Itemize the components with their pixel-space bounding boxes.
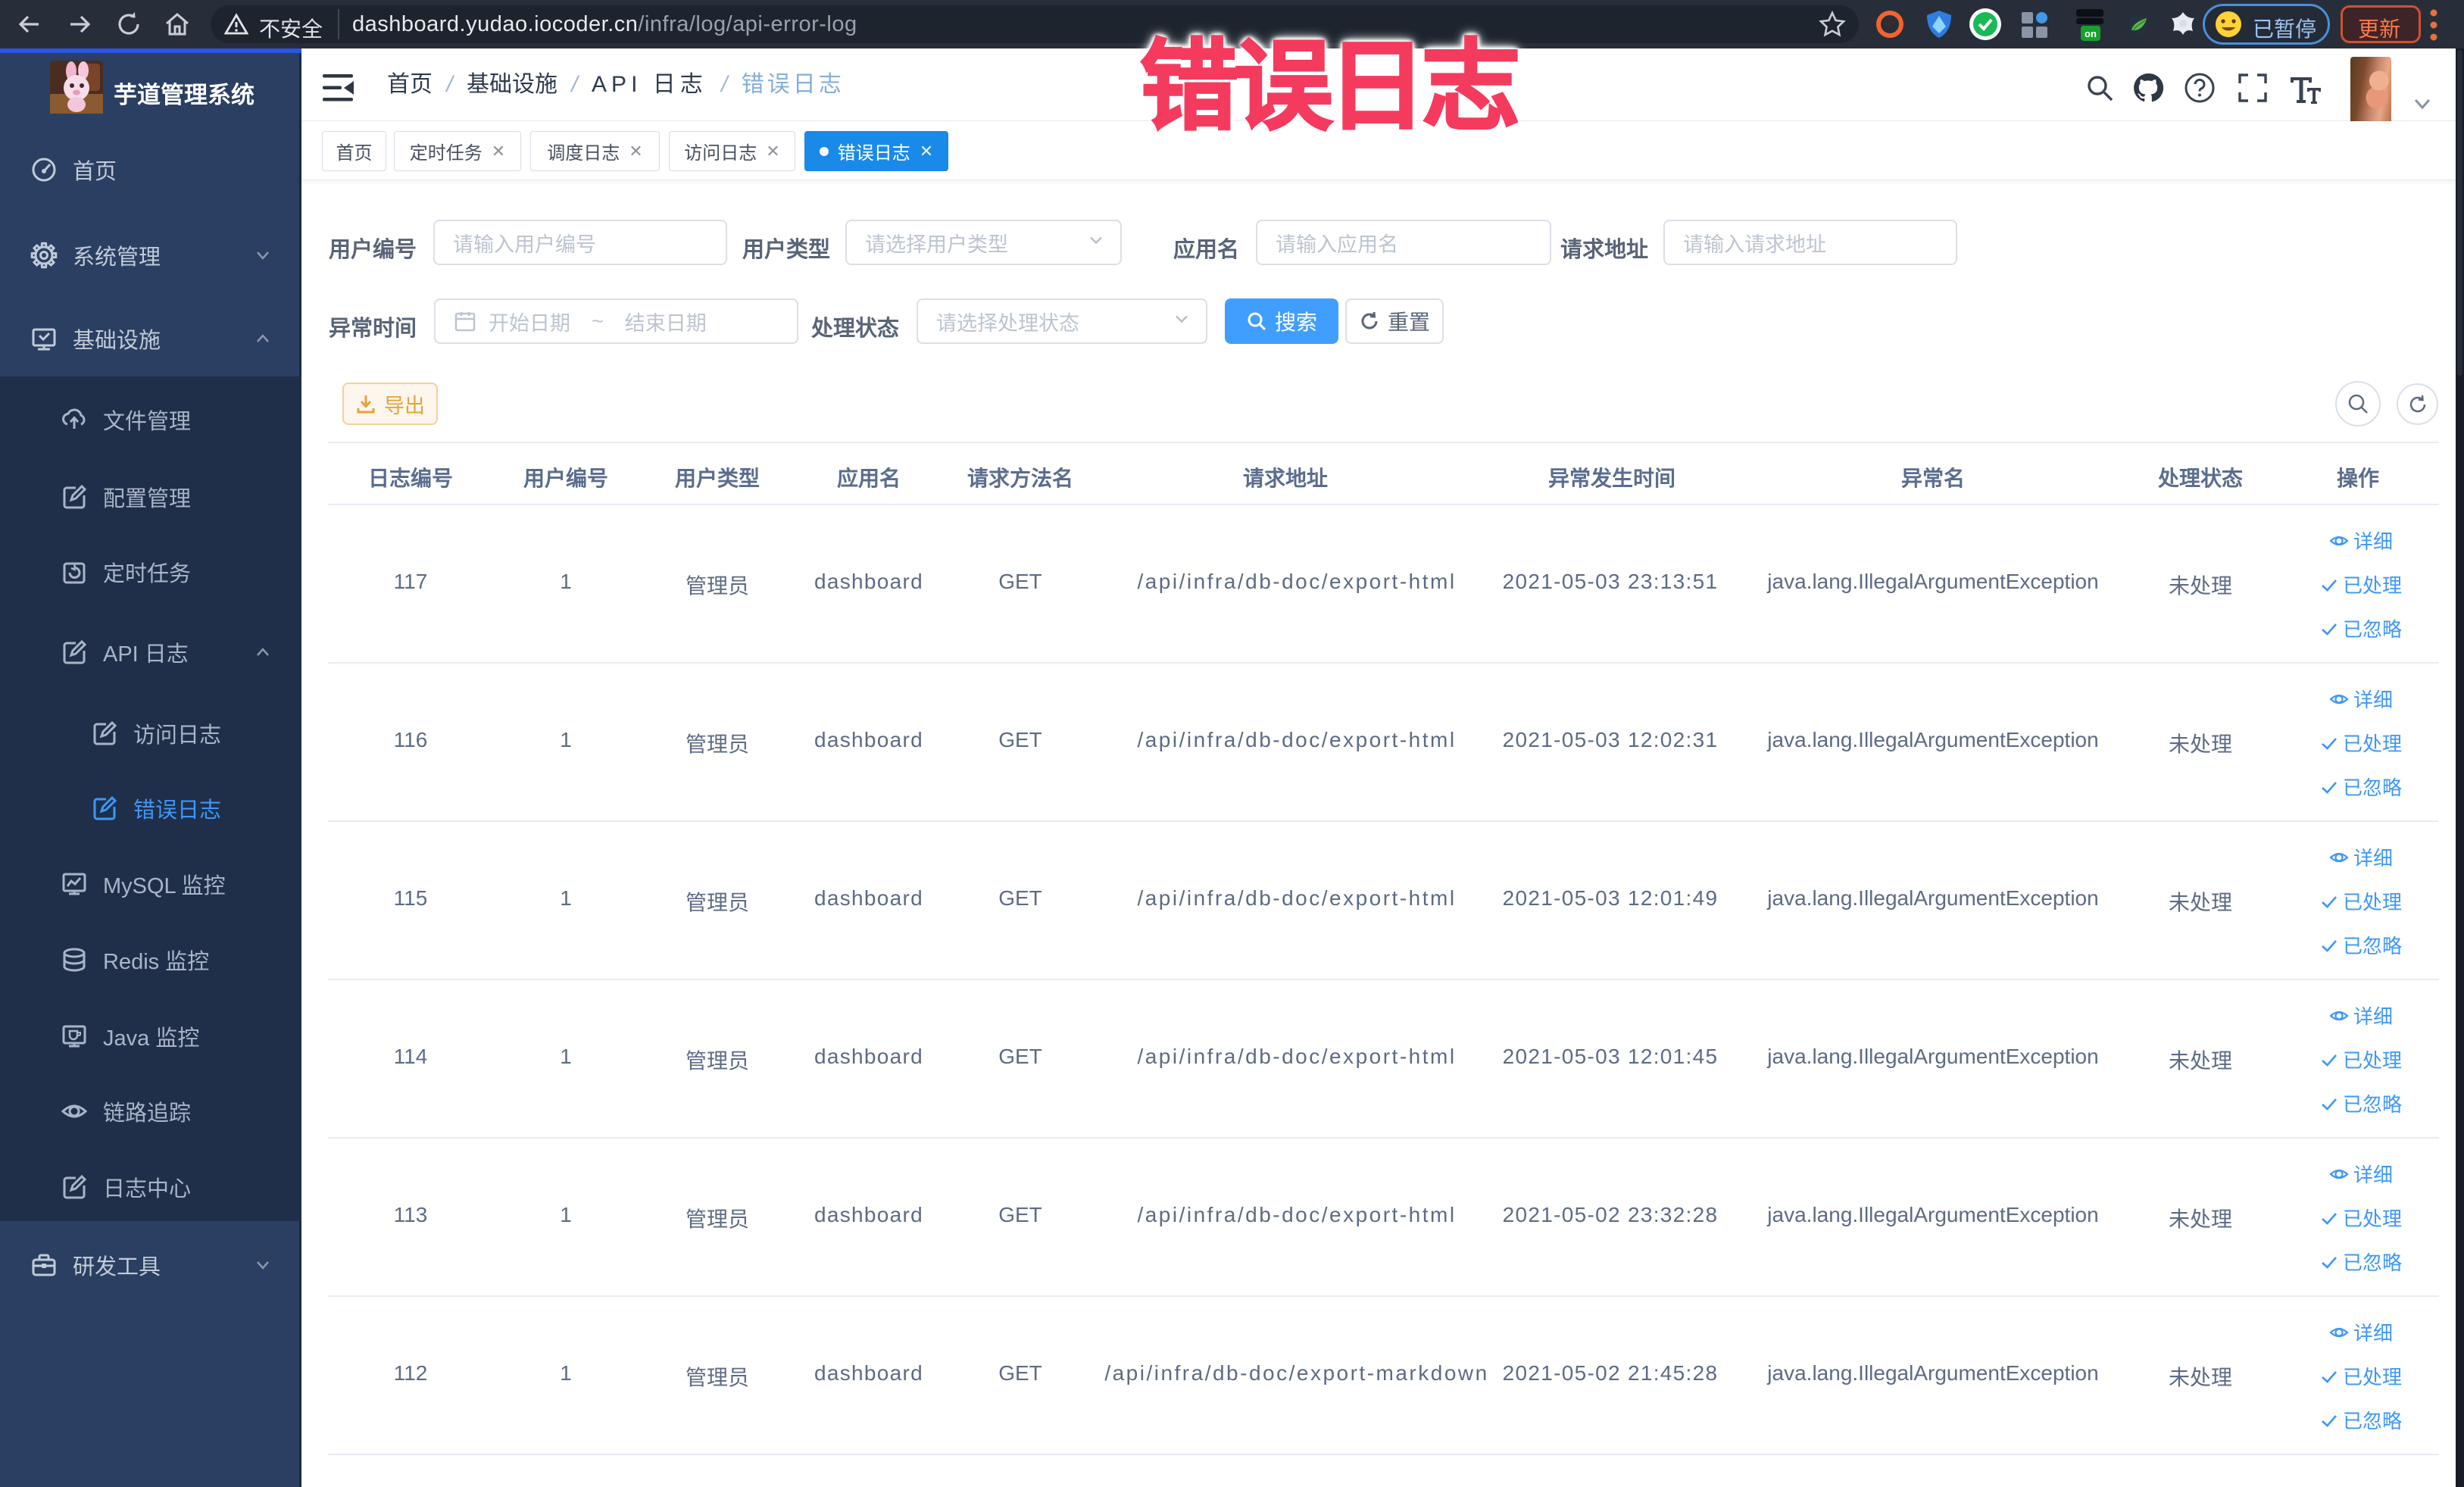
svg-text:on: on [2085, 28, 2097, 39]
